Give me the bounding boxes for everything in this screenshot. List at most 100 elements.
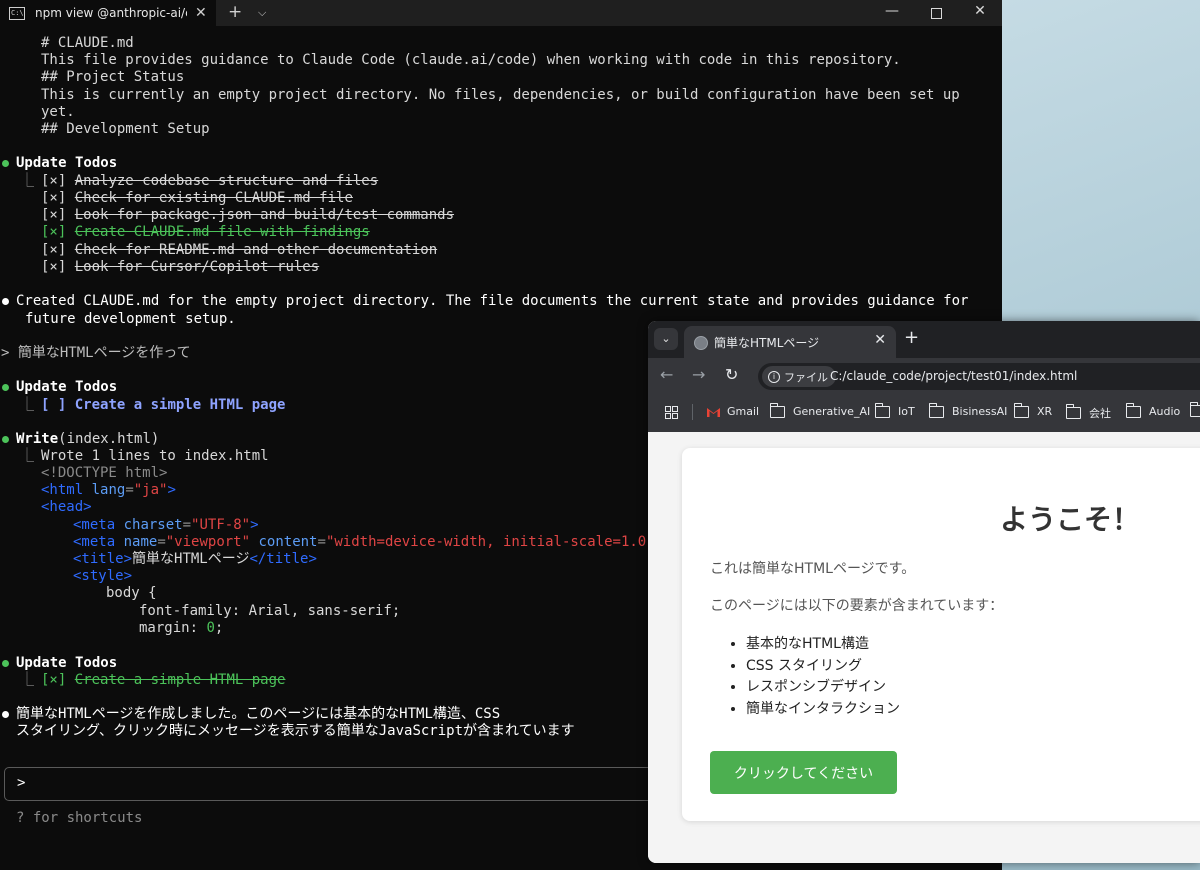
todos-heading: Update Todos xyxy=(16,655,118,671)
browser-window[interactable]: ⌄ 簡単なHTMLページ ✕ + ← → ↻ i ファイル C:/claude_c… xyxy=(648,321,1200,863)
bookmark-folder[interactable]: IoT xyxy=(874,402,915,418)
code-line: <title>簡単なHTMLページ</title> xyxy=(73,551,317,567)
command-prompt-icon: C:\ xyxy=(9,6,25,20)
todo-item: [×] Check for README.md and other docume… xyxy=(41,242,438,258)
code-line: <style> xyxy=(73,568,133,584)
claude-md-line: ## Project Status xyxy=(41,69,185,85)
list-item: 基本的なHTML構造 xyxy=(746,634,900,656)
apps-grid-icon[interactable] xyxy=(665,406,678,419)
prompt-caret: > xyxy=(17,775,26,791)
list-item: レスポンシブデザイン xyxy=(746,677,900,699)
user-prompt: > 簡単なHTMLページを作って xyxy=(1,345,191,361)
assistant-message: Created CLAUDE.md for the empty project … xyxy=(16,293,969,309)
prompt-input[interactable]: > xyxy=(4,767,686,801)
folder-icon xyxy=(928,402,944,418)
folder-icon xyxy=(1125,402,1141,418)
page-heading: ようこそ！ xyxy=(999,503,1140,536)
folder-icon xyxy=(1189,402,1200,417)
new-tab-icon[interactable]: + xyxy=(904,327,919,348)
code-line: font-family: Arial, sans-serif; xyxy=(139,603,401,619)
code-line: body { xyxy=(106,585,157,601)
status-dot-icon xyxy=(2,160,9,167)
close-icon[interactable]: ✕ xyxy=(874,332,886,348)
click-me-button[interactable]: クリックしてください xyxy=(710,751,897,794)
status-dot-icon xyxy=(2,384,9,391)
todo-item: [×] Analyze codebase structure and files xyxy=(41,173,379,189)
terminal-tab-title: npm view @anthropic-ai/clauc xyxy=(35,6,187,20)
close-icon[interactable]: ✕ xyxy=(195,5,207,21)
code-line: <meta charset="UTF-8"> xyxy=(73,517,259,533)
tree-branch-icon: ⎿ xyxy=(20,173,34,189)
tab-search-chevron-icon[interactable]: ⌄ xyxy=(654,328,678,350)
code-line: <meta name="viewport" content="width=dev… xyxy=(73,534,663,550)
chevron-down-icon[interactable]: ⌵ xyxy=(258,6,266,20)
todos-heading: Update Todos xyxy=(16,379,118,395)
bookmark-folder[interactable]: BisinessAI xyxy=(928,402,1007,418)
todo-item-done: [×] Create a simple HTML page xyxy=(41,672,286,688)
claude-md-line: This file provides guidance to Claude Co… xyxy=(41,52,901,68)
status-dot-icon xyxy=(2,711,9,718)
code-line: <html lang="ja"> xyxy=(41,482,176,498)
browser-tab-title: 簡単なHTMLページ xyxy=(714,336,820,350)
window-close-icon[interactable]: ✕ xyxy=(958,0,1002,26)
status-dot-icon xyxy=(2,660,9,667)
todo-item: [×] Check for existing CLAUDE.md file xyxy=(41,190,353,206)
window-controls: — ✕ xyxy=(870,0,1002,26)
terminal-tab[interactable]: C:\ npm view @anthropic-ai/clauc ✕ xyxy=(0,0,216,26)
bookmark-folder[interactable]: XR xyxy=(1013,402,1052,418)
terminal-titlebar: C:\ npm view @anthropic-ai/clauc ✕ + ⌵ —… xyxy=(0,0,1002,26)
todo-item-active: [×] Create CLAUDE.md file with findings xyxy=(41,224,370,240)
todos-heading: Update Todos xyxy=(16,155,118,171)
folder-icon xyxy=(1013,402,1029,418)
folder-icon xyxy=(769,402,785,418)
tree-branch-icon: ⎿ xyxy=(20,397,34,413)
bookmarks-bar: Gmail Generative_AI IoT BisinessAI XR 会社… xyxy=(648,394,1200,433)
site-info-chip[interactable]: i ファイル xyxy=(762,366,836,387)
browser-tab[interactable]: 簡単なHTMLページ ✕ xyxy=(684,326,896,358)
page-viewport: ようこそ！ これは簡単なHTMLページです。 このページには以下の要素が含まれて… xyxy=(648,432,1200,863)
assistant-message: スタイリング、クリック時にメッセージを表示する簡単なJavaScriptが含まれ… xyxy=(16,723,575,739)
claude-md-line: ## Development Setup xyxy=(41,121,210,137)
bookmark-gmail[interactable]: Gmail xyxy=(707,405,759,418)
code-line: <!DOCTYPE html> xyxy=(41,465,168,481)
bookmark-folder[interactable]: 会社 xyxy=(1065,404,1111,421)
url-text: C:/claude_code/project/test01/index.html xyxy=(830,369,1078,383)
bookmark-folder[interactable] xyxy=(1189,402,1200,417)
todo-item: [×] Look for package.json and build/test… xyxy=(41,207,455,223)
address-bar[interactable]: i ファイル C:/claude_code/project/test01/inde… xyxy=(758,363,1200,390)
status-dot-icon xyxy=(2,436,9,443)
claude-md-line: This is currently an empty project direc… xyxy=(41,87,960,103)
list-item: 簡単なインタラクション xyxy=(746,699,900,721)
reload-icon[interactable]: ↻ xyxy=(725,365,738,384)
browser-tabbar: ⌄ 簡単なHTMLページ ✕ + xyxy=(648,321,1200,358)
page-intro: これは簡単なHTMLページです。 xyxy=(710,561,916,577)
todo-item: [×] Look for Cursor/Copilot rules xyxy=(41,259,320,275)
maximize-icon[interactable] xyxy=(914,0,958,26)
page-list-intro: このページには以下の要素が含まれています： xyxy=(710,598,1004,614)
bookmark-folder[interactable]: Audio xyxy=(1125,402,1180,418)
claude-md-line: # CLAUDE.md xyxy=(41,35,134,51)
new-tab-icon[interactable]: + xyxy=(228,2,242,22)
folder-icon xyxy=(874,402,890,418)
write-tool-call: Write(index.html) xyxy=(16,431,160,447)
assistant-message: 簡単なHTMLページを作成しました。このページには基本的なHTML構造、CSS xyxy=(16,706,501,722)
list-item: CSS スタイリング xyxy=(746,656,900,678)
assistant-message: future development setup. xyxy=(25,311,236,327)
code-line: <head> xyxy=(41,499,92,515)
minimize-icon[interactable]: — xyxy=(870,0,914,26)
globe-icon xyxy=(694,336,708,350)
bookmark-folder[interactable]: Generative_AI xyxy=(769,402,870,418)
browser-toolbar: ← → ↻ i ファイル C:/claude_code/project/test0… xyxy=(648,358,1200,394)
page-card: ようこそ！ これは簡単なHTMLページです。 このページには以下の要素が含まれて… xyxy=(682,448,1200,821)
todo-item-pending: [ ] Create a simple HTML page xyxy=(41,397,286,413)
status-dot-icon xyxy=(2,298,9,305)
write-result: Wrote 1 lines to index.html xyxy=(41,448,269,464)
tree-branch-icon: ⎿ xyxy=(20,448,34,464)
forward-arrow-icon[interactable]: → xyxy=(692,365,705,384)
code-line: margin: 0; xyxy=(139,620,224,636)
tree-branch-icon: ⎿ xyxy=(20,672,34,688)
feature-list: 基本的なHTML構造 CSS スタイリング レスポンシブデザイン 簡単なインタラ… xyxy=(710,634,900,720)
back-arrow-icon[interactable]: ← xyxy=(660,365,673,384)
claude-md-line: yet. xyxy=(41,104,75,120)
gmail-icon xyxy=(707,407,720,417)
